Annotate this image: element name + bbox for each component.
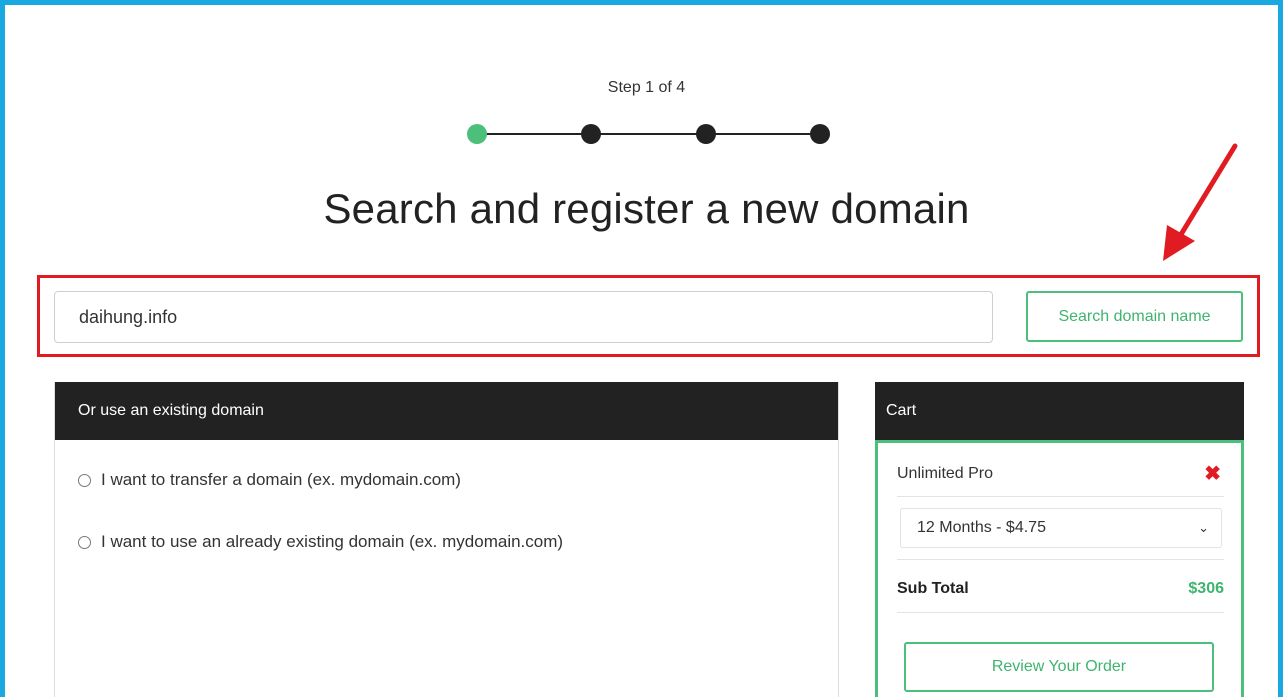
billing-cycle-select[interactable]: 12 Months - $4.75 ⌄ bbox=[900, 508, 1222, 548]
existing-domain-label: I want to use an already existing domain… bbox=[101, 532, 564, 551]
transfer-domain-option[interactable]: I want to transfer a domain (ex. mydomai… bbox=[78, 470, 461, 490]
cart-divider bbox=[897, 612, 1224, 613]
billing-cycle-value: 12 Months - $4.75 bbox=[917, 519, 1046, 536]
step-indicator-label: Step 1 of 4 bbox=[607, 79, 686, 96]
cart-divider bbox=[897, 559, 1224, 560]
screenshot-frame: Step 1 of 4 Search and register a new do… bbox=[0, 0, 1283, 697]
radio-button-icon[interactable] bbox=[78, 535, 91, 549]
cart-header: Cart bbox=[875, 382, 1244, 440]
existing-domain-panel: Or use an existing domain I want to tran… bbox=[54, 382, 839, 697]
search-domain-button[interactable]: Search domain name bbox=[1026, 291, 1243, 342]
transfer-domain-label: I want to transfer a domain (ex. mydomai… bbox=[101, 470, 461, 489]
existing-domain-header: Or use an existing domain bbox=[55, 382, 838, 440]
progress-stepper bbox=[467, 124, 831, 144]
step-dot-1 bbox=[467, 124, 487, 144]
stepper-line bbox=[477, 133, 821, 135]
existing-domain-option[interactable]: I want to use an already existing domain… bbox=[78, 532, 563, 552]
cart-item: Unlimited Pro ✖ bbox=[897, 451, 1224, 497]
step-dot-3 bbox=[696, 124, 716, 144]
cart-body: Unlimited Pro ✖ 12 Months - $4.75 ⌄ Sub … bbox=[875, 440, 1244, 697]
subtotal-label: Sub Total bbox=[897, 580, 969, 597]
cart-item-name: Unlimited Pro bbox=[897, 464, 994, 482]
radio-button-icon[interactable] bbox=[78, 473, 91, 487]
cart-panel: Cart Unlimited Pro ✖ 12 Months - $4.75 ⌄… bbox=[875, 382, 1244, 697]
annotation-arrow-icon bbox=[1163, 143, 1238, 261]
page-title: Search and register a new domain bbox=[323, 185, 970, 232]
step-dot-4 bbox=[810, 124, 830, 144]
step-dot-2 bbox=[581, 124, 601, 144]
subtotal-row: Sub Total $306 bbox=[897, 567, 1224, 611]
chevron-down-icon: ⌄ bbox=[1198, 520, 1209, 535]
subtotal-value: $306 bbox=[1188, 580, 1224, 597]
review-order-button[interactable]: Review Your Order bbox=[904, 642, 1214, 692]
close-icon[interactable]: ✖ bbox=[1204, 461, 1221, 486]
domain-search-input[interactable] bbox=[54, 291, 993, 343]
